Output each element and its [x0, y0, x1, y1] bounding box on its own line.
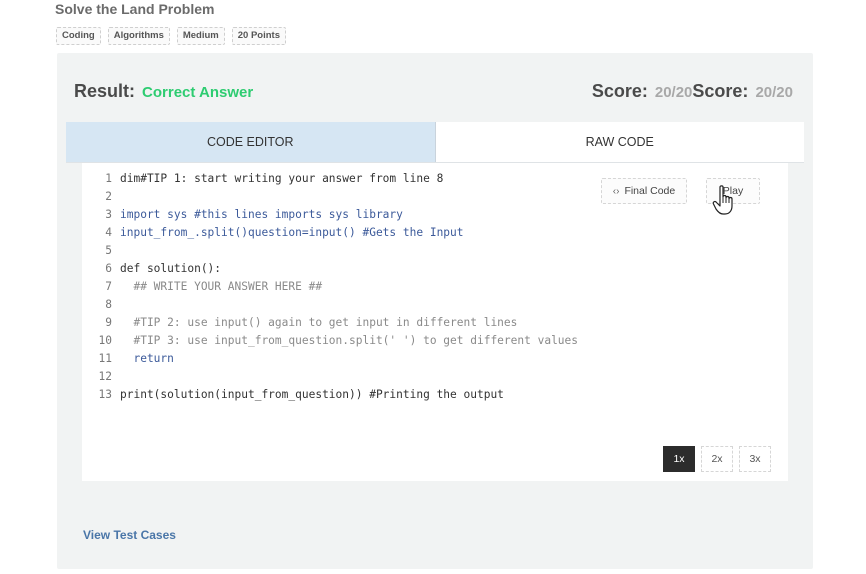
result-panel: Result: Correct Answer Score: 20/20Score…: [57, 53, 813, 569]
final-code-label: Final Code: [624, 185, 676, 197]
code-line: 2: [88, 188, 578, 206]
line-text: def solution():: [120, 262, 222, 275]
code-line: 9 #TIP 2: use input() again to get input…: [88, 314, 578, 332]
line-number: 12: [98, 370, 112, 383]
code-brackets-icon: ‹›: [612, 185, 620, 197]
line-text: ## WRITE YOUR ANSWER HERE ##: [120, 280, 323, 293]
code-line: 1 dim#TIP 1: start writing your answer fr…: [88, 170, 578, 188]
code-line: 12: [88, 368, 578, 386]
code-line: 7 ## WRITE YOUR ANSWER HERE ##: [88, 278, 578, 296]
line-number: 13: [98, 388, 112, 401]
line-text: return: [120, 352, 174, 365]
code-area[interactable]: 1 dim#TIP 1: start writing your answer fr…: [88, 170, 579, 404]
code-line: 13 print(solution(input_from_question)) #…: [88, 386, 578, 404]
code-line: 8: [88, 296, 578, 314]
line-number: 11: [98, 352, 112, 365]
score-label-duplicate: Score:: [692, 81, 749, 101]
line-number: 7: [105, 280, 112, 293]
editor-tabs: CODE EDITOR RAW CODE: [66, 122, 804, 163]
tag-difficulty: Medium: [176, 27, 225, 45]
tag-points: 20 Points: [231, 27, 286, 45]
final-code-button[interactable]: ‹› Final Code: [601, 178, 687, 204]
line-text: #TIP 3: use input_from_question.split(' …: [120, 334, 579, 347]
view-test-cases-link[interactable]: View Test Cases: [83, 528, 176, 542]
code-line: 5: [88, 242, 578, 260]
result-status: Correct Answer: [142, 84, 254, 101]
code-line: 11 return: [88, 350, 578, 368]
line-number: 4: [105, 226, 112, 239]
line-number: 1: [105, 172, 112, 185]
code-line: 4 input_from_.split()question=input() #Ge…: [88, 224, 578, 242]
line-number: 5: [105, 244, 112, 257]
tab-code-editor[interactable]: CODE EDITOR: [66, 122, 436, 162]
tab-raw-code[interactable]: RAW CODE: [436, 122, 805, 162]
line-number: 9: [105, 316, 112, 329]
speed-2x-button[interactable]: 2x: [701, 446, 733, 472]
tag-algorithms: Algorithms: [107, 27, 170, 45]
code-editor[interactable]: 1 dim#TIP 1: start writing your answer fr…: [82, 163, 788, 481]
line-text: import sys #this lines imports sys libra…: [120, 208, 403, 221]
result-header: Result: Correct Answer: [74, 81, 253, 102]
line-text: print(solution(input_from_question)) #Pr…: [120, 388, 504, 401]
problem-title: Solve the Land Problem: [55, 1, 215, 17]
tag-list: Coding Algorithms Medium 20 Points: [56, 27, 286, 45]
line-number: 10: [98, 334, 112, 347]
playback-speed-selector: 1x 2x 3x: [663, 446, 771, 472]
line-number: 3: [105, 208, 112, 221]
speed-1x-button[interactable]: 1x: [663, 446, 695, 472]
score-value-duplicate: 20/20: [755, 84, 793, 101]
score-label: Score:: [591, 81, 648, 101]
speed-3x-button[interactable]: 3x: [739, 446, 771, 472]
line-text: dim#TIP 1: start writing your answer fro…: [120, 172, 444, 185]
code-line: 3 import sys #this lines imports sys libr…: [88, 206, 578, 224]
line-text: #TIP 2: use input() again to get input i…: [120, 316, 518, 329]
line-text: input_from_.split()question=input() #Get…: [120, 226, 464, 239]
code-line: 6 def solution():: [88, 260, 578, 278]
line-number: 6: [105, 262, 112, 275]
score-display: Score: 20/20Score: 20/20: [592, 81, 793, 102]
line-number: 8: [105, 298, 112, 311]
score-value: 20/20: [654, 84, 693, 101]
result-label: Result:: [74, 81, 136, 101]
tag-coding: Coding: [56, 27, 101, 45]
line-number: 2: [105, 190, 112, 203]
code-line: 10 #TIP 3: use input_from_question.split…: [88, 332, 579, 350]
hand-cursor-icon: [712, 185, 733, 215]
